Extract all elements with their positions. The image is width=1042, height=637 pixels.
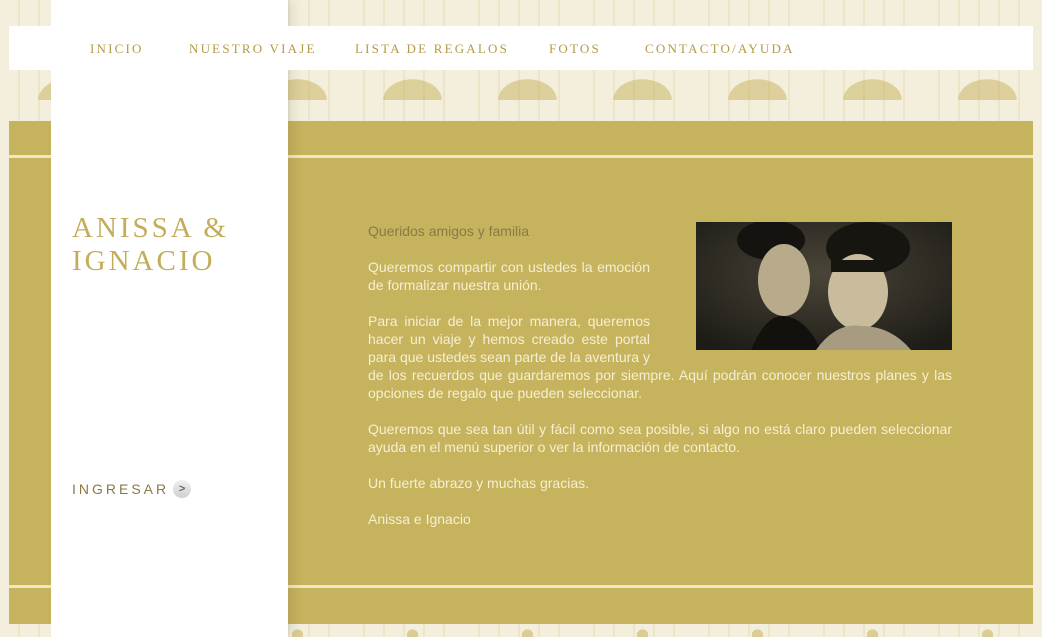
nav-fotos[interactable]: FOTOS [549, 41, 601, 57]
letter-paragraph-4: Un fuerte abrazo y muchas gracias. [368, 475, 589, 491]
letter-signature: Anissa e Ignacio [368, 511, 471, 527]
couple-title-line1: ANISSA & [72, 212, 229, 244]
welcome-letter: Queridos amigos y familia Queremos compa… [368, 222, 952, 546]
couple-photo [696, 222, 952, 350]
sidebar [51, 0, 288, 637]
couple-photo-illustration [696, 222, 952, 350]
letter-paragraph-3: Queremos que sea tan útil y fácil como s… [368, 421, 952, 455]
top-nav: INICIO NUESTRO VIAJE LISTA DE REGALOS FO… [9, 26, 1033, 70]
arrow-right-icon[interactable]: > [173, 480, 192, 498]
nav-contacto-ayuda[interactable]: CONTACTO/AYUDA [645, 41, 795, 57]
enter-label: INGRESAR [72, 481, 170, 497]
couple-title-line2: IGNACIO [72, 245, 216, 277]
nav-lista-de-regalos[interactable]: LISTA DE REGALOS [355, 41, 509, 57]
couple-title: ANISSA & IGNACIO [72, 212, 229, 278]
enter-button[interactable]: INGRESAR > [72, 480, 192, 498]
nav-nuestro-viaje[interactable]: NUESTRO VIAJE [189, 41, 317, 57]
nav-inicio[interactable]: INICIO [90, 41, 144, 57]
